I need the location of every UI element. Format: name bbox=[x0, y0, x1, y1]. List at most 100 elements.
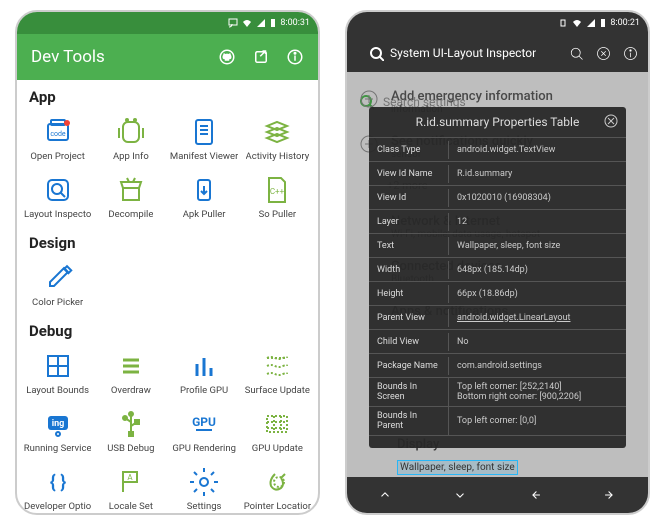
property-row: Bounds In ScreenTop left corner: [252,21… bbox=[369, 378, 626, 407]
property-value: android.widget.TextView bbox=[449, 141, 626, 159]
property-key: Width bbox=[369, 261, 449, 279]
property-row: TextWallpaper, sleep, font size bbox=[369, 234, 626, 258]
profile-gpu-button[interactable]: Profile GPU bbox=[168, 344, 241, 402]
property-value: 0x1020010 (16908304) bbox=[449, 189, 626, 207]
open-project-button[interactable]: codeOpen Project bbox=[21, 110, 94, 168]
battery-icon bbox=[600, 18, 606, 28]
status-time: 8:00:21 bbox=[610, 18, 640, 28]
toolbar-title: System UI-Layout Inspector bbox=[390, 46, 557, 60]
svg-text:code: code bbox=[50, 130, 66, 138]
svg-text:ing: ing bbox=[51, 419, 64, 429]
property-value: No bbox=[449, 333, 626, 351]
apk-puller-button[interactable]: Apk Puller bbox=[168, 168, 241, 226]
property-key: View Id Name bbox=[369, 165, 449, 183]
locale-set-button[interactable]: ALocale Set bbox=[94, 460, 167, 515]
section-design: Design bbox=[17, 226, 318, 256]
property-key: Package Name bbox=[369, 357, 449, 375]
app-info-button[interactable]: App Info bbox=[94, 110, 167, 168]
developer-options-button[interactable]: { }Developer Optio bbox=[21, 460, 94, 515]
property-value[interactable]: android.widget.LinearLayout bbox=[449, 309, 626, 327]
settings-button[interactable]: Settings bbox=[168, 460, 241, 515]
share-icon[interactable] bbox=[252, 48, 270, 66]
property-value: com.android.settings bbox=[449, 357, 626, 375]
surface-update-button[interactable]: Surface Update bbox=[241, 344, 314, 402]
property-key: Child View bbox=[369, 333, 449, 351]
wifi-icon bbox=[572, 18, 582, 28]
layout-inspector-button[interactable]: Layout Inspecto bbox=[21, 168, 94, 226]
close-icon[interactable] bbox=[596, 46, 611, 61]
vibrate-icon bbox=[558, 18, 568, 28]
status-time: 8:00:31 bbox=[280, 18, 310, 28]
property-key: Height bbox=[369, 285, 449, 303]
property-value: R.id.summary bbox=[449, 165, 626, 183]
properties-modal: R.id.summary Properties Table Class Type… bbox=[369, 107, 626, 448]
search-icon[interactable] bbox=[569, 46, 584, 61]
gpu-rendering-button[interactable]: GPUGPU Rendering bbox=[168, 402, 241, 460]
info-icon[interactable] bbox=[623, 46, 638, 61]
color-picker-button[interactable]: Color Picker bbox=[21, 256, 94, 314]
section-app: App bbox=[17, 80, 318, 110]
battery-icon bbox=[270, 18, 276, 28]
app-title: Dev Tools bbox=[31, 47, 202, 67]
property-row: View Id0x1020010 (16908304) bbox=[369, 186, 626, 210]
activity-history-button[interactable]: Activity History bbox=[241, 110, 314, 168]
property-row: Layer12 bbox=[369, 210, 626, 234]
search-icon[interactable] bbox=[369, 46, 384, 61]
gpu-update-button[interactable]: GPU Update bbox=[241, 402, 314, 460]
property-row: Class Typeandroid.widget.TextView bbox=[369, 138, 626, 162]
property-key: Class Type bbox=[369, 141, 449, 159]
right-icon[interactable] bbox=[603, 488, 617, 502]
property-row: Child ViewNo bbox=[369, 330, 626, 354]
github-icon[interactable] bbox=[218, 48, 236, 66]
property-key: Bounds In Screen bbox=[369, 378, 449, 406]
info-icon[interactable] bbox=[286, 48, 304, 66]
status-bar: 8:00:31 bbox=[17, 12, 318, 34]
left-icon[interactable] bbox=[528, 488, 542, 502]
close-icon[interactable] bbox=[604, 114, 618, 128]
modal-title-bar: R.id.summary Properties Table bbox=[369, 107, 626, 138]
usb-debug-button[interactable]: USB Debug bbox=[94, 402, 167, 460]
layout-bounds-button[interactable]: Layout Bounds bbox=[21, 344, 94, 402]
inspector-nav bbox=[347, 477, 648, 513]
pointer-location-button[interactable]: Pointer Locatior bbox=[241, 460, 314, 515]
selected-element[interactable]: Wallpaper, sleep, font size bbox=[397, 460, 518, 475]
property-key: View Id bbox=[369, 189, 449, 207]
cast-icon bbox=[228, 18, 238, 28]
property-value: Top left corner: [252,2140] Bottom right… bbox=[449, 378, 626, 406]
running-service-button[interactable]: ingRunning Service bbox=[21, 402, 94, 460]
property-value: Wallpaper, sleep, font size bbox=[449, 237, 626, 255]
overdraw-button[interactable]: Overdraw bbox=[94, 344, 167, 402]
phone-layout-inspector: 8:00:21 Search settings Add emergency in… bbox=[345, 10, 650, 515]
property-row: Parent Viewandroid.widget.LinearLayout bbox=[369, 306, 626, 330]
wifi-icon bbox=[242, 18, 252, 28]
signal-icon bbox=[586, 18, 596, 28]
manifest-viewer-button[interactable]: Manifest Viewer bbox=[168, 110, 241, 168]
property-row: Bounds In ParentTop left corner: [0,0] bbox=[369, 407, 626, 436]
properties-list: Class Typeandroid.widget.TextViewView Id… bbox=[369, 138, 626, 436]
phone-dev-tools: 8:00:31 Dev Tools App codeOpen Project A… bbox=[15, 10, 320, 515]
plus-icon bbox=[359, 89, 379, 109]
decompile-button[interactable]: Decompile bbox=[94, 168, 167, 226]
inspector-toolbar: System UI-Layout Inspector bbox=[347, 34, 648, 72]
property-row: Width648px (185.14dp) bbox=[369, 258, 626, 282]
property-key: Bounds In Parent bbox=[369, 407, 449, 435]
svg-text:A: A bbox=[127, 473, 133, 482]
property-value: 12 bbox=[449, 213, 626, 231]
property-key: Parent View bbox=[369, 309, 449, 327]
up-icon[interactable] bbox=[378, 488, 392, 502]
so-puller-button[interactable]: C++So Puller bbox=[241, 168, 314, 226]
property-value: Top left corner: [0,0] bbox=[449, 412, 626, 430]
svg-text:C++: C++ bbox=[270, 187, 285, 196]
property-key: Layer bbox=[369, 213, 449, 231]
property-row: Package Namecom.android.settings bbox=[369, 354, 626, 378]
svg-text:{ }: { } bbox=[49, 472, 65, 493]
down-icon[interactable] bbox=[453, 488, 467, 502]
status-bar: 8:00:21 bbox=[347, 12, 648, 34]
app-header: Dev Tools bbox=[17, 34, 318, 80]
property-key: Text bbox=[369, 237, 449, 255]
property-row: Height66px (18.86dp) bbox=[369, 282, 626, 306]
signal-icon bbox=[256, 18, 266, 28]
svg-text:GPU: GPU bbox=[192, 415, 216, 429]
property-value: 648px (185.14dp) bbox=[449, 261, 626, 279]
property-row: View Id NameR.id.summary bbox=[369, 162, 626, 186]
